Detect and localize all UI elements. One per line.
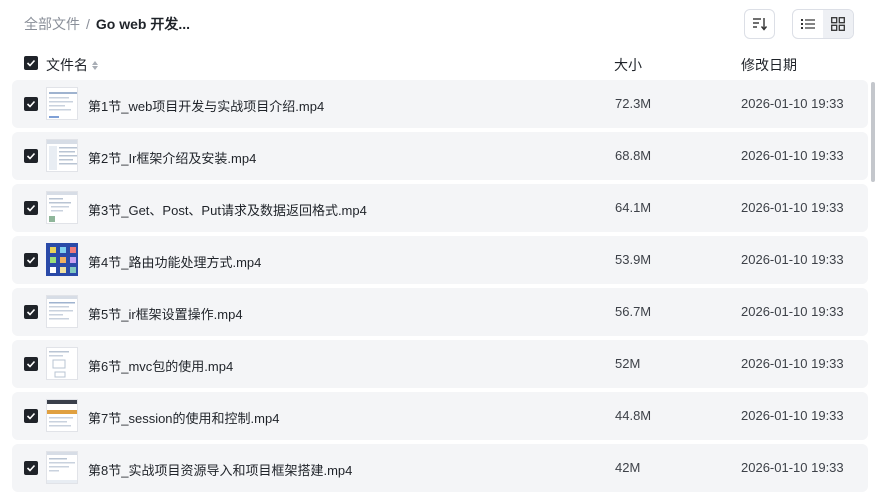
select-all-checkbox[interactable] xyxy=(24,56,38,70)
row-checkbox[interactable] xyxy=(24,149,38,163)
grid-view-icon xyxy=(831,17,845,31)
check-icon xyxy=(26,412,36,420)
file-name[interactable]: 第4节_路由功能处理方式.mp4 xyxy=(88,252,261,271)
check-icon xyxy=(26,59,36,67)
file-name[interactable]: 第7节_session的使用和控制.mp4 xyxy=(88,408,279,427)
breadcrumb-root-link[interactable]: 全部文件 xyxy=(24,14,80,34)
scrollbar-thumb[interactable] xyxy=(871,82,875,182)
file-size: 53.9M xyxy=(615,252,652,267)
file-date: 2026-01-10 19:33 xyxy=(741,356,844,371)
check-icon xyxy=(26,308,36,316)
file-size: 64.1M xyxy=(615,200,652,215)
file-size: 72.3M xyxy=(615,96,652,111)
file-size: 68.8M xyxy=(615,148,652,163)
check-icon xyxy=(26,152,36,160)
file-row[interactable]: 第4节_路由功能处理方式.mp4 53.9M 2026-01-10 19:33 xyxy=(12,236,868,284)
file-row[interactable]: 第8节_实战项目资源导入和项目框架搭建.mp4 42M 2026-01-10 1… xyxy=(12,444,868,492)
table-header: 文件名 大小 修改日期 xyxy=(0,52,878,76)
file-row[interactable]: 第6节_mvc包的使用.mp4 52M 2026-01-10 19:33 xyxy=(12,340,868,388)
video-thumbnail xyxy=(46,191,78,224)
file-date: 2026-01-10 19:33 xyxy=(741,304,844,319)
column-header-name[interactable]: 文件名 xyxy=(46,55,98,75)
file-date: 2026-01-10 19:33 xyxy=(741,148,844,163)
file-size: 52M xyxy=(615,356,641,371)
file-name[interactable]: 第1节_web项目开发与实战项目介绍.mp4 xyxy=(88,96,324,115)
file-name[interactable]: 第6节_mvc包的使用.mp4 xyxy=(88,356,233,375)
file-date: 2026-01-10 19:33 xyxy=(741,408,844,423)
row-checkbox[interactable] xyxy=(24,97,38,111)
sort-caret-icon xyxy=(92,60,98,70)
sort-lines-icon xyxy=(752,18,767,31)
breadcrumb: 全部文件 / Go web 开发... xyxy=(24,14,190,34)
file-size: 42M xyxy=(615,460,641,475)
video-thumbnail xyxy=(46,295,78,328)
file-name[interactable]: 第3节_Get、Post、Put请求及数据返回格式.mp4 xyxy=(88,200,367,219)
check-icon xyxy=(26,204,36,212)
file-name[interactable]: 第5节_ir框架设置操作.mp4 xyxy=(88,304,243,323)
check-icon xyxy=(26,256,36,264)
row-checkbox[interactable] xyxy=(24,305,38,319)
file-row[interactable]: 第1节_web项目开发与实战项目介绍.mp4 72.3M 2026-01-10 … xyxy=(12,80,868,128)
video-thumbnail xyxy=(46,451,78,484)
video-thumbnail xyxy=(46,243,78,276)
video-thumbnail xyxy=(46,399,78,432)
list-view-button[interactable] xyxy=(793,10,823,38)
row-checkbox[interactable] xyxy=(24,253,38,267)
video-thumbnail xyxy=(46,347,78,380)
list-view-icon xyxy=(801,19,815,29)
breadcrumb-separator: / xyxy=(86,16,90,32)
column-header-name-label: 文件名 xyxy=(46,57,88,73)
file-size: 44.8M xyxy=(615,408,652,423)
file-name[interactable]: 第2节_Ir框架介绍及安装.mp4 xyxy=(88,148,256,167)
breadcrumb-current: Go web 开发... xyxy=(95,16,191,32)
check-icon xyxy=(26,100,36,108)
file-name[interactable]: 第8节_实战项目资源导入和项目框架搭建.mp4 xyxy=(88,460,352,479)
row-checkbox[interactable] xyxy=(24,461,38,475)
video-thumbnail xyxy=(46,139,78,172)
file-row[interactable]: 第5节_ir框架设置操作.mp4 56.7M 2026-01-10 19:33 xyxy=(12,288,868,336)
file-date: 2026-01-10 19:33 xyxy=(741,460,844,475)
file-list: 第1节_web项目开发与实战项目介绍.mp4 72.3M 2026-01-10 … xyxy=(12,80,868,496)
file-date: 2026-01-10 19:33 xyxy=(741,200,844,215)
file-row[interactable]: 第2节_Ir框架介绍及安装.mp4 68.8M 2026-01-10 19:33 xyxy=(12,132,868,180)
column-header-date[interactable]: 修改日期 xyxy=(741,55,797,75)
view-toggle xyxy=(792,9,854,39)
video-thumbnail xyxy=(46,87,78,120)
row-checkbox[interactable] xyxy=(24,409,38,423)
grid-view-button[interactable] xyxy=(823,10,853,38)
file-date: 2026-01-10 19:33 xyxy=(741,96,844,111)
file-row[interactable]: 第7节_session的使用和控制.mp4 44.8M 2026-01-10 1… xyxy=(12,392,868,440)
check-icon xyxy=(26,464,36,472)
file-date: 2026-01-10 19:33 xyxy=(741,252,844,267)
column-header-size[interactable]: 大小 xyxy=(614,55,642,75)
row-checkbox[interactable] xyxy=(24,357,38,371)
row-checkbox[interactable] xyxy=(24,201,38,215)
file-row[interactable]: 第3节_Get、Post、Put请求及数据返回格式.mp4 64.1M 2026… xyxy=(12,184,868,232)
check-icon xyxy=(26,360,36,368)
sort-button[interactable] xyxy=(744,9,775,39)
file-size: 56.7M xyxy=(615,304,652,319)
